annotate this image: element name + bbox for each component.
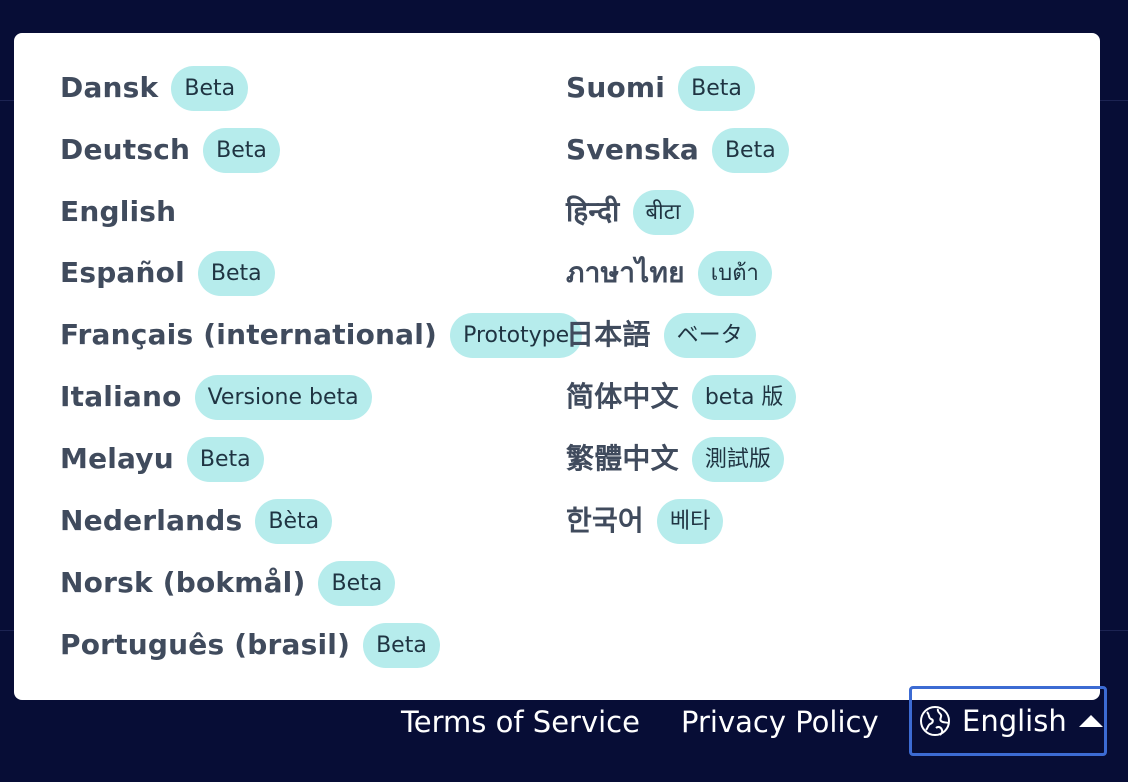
language-name: Suomi: [566, 71, 666, 104]
language-name: Dansk: [60, 71, 159, 104]
language-option[interactable]: 日本語 ベータ: [566, 311, 756, 359]
language-option[interactable]: ภาษาไทย เบต้า: [566, 249, 772, 297]
language-option[interactable]: Français (international) Prototype: [60, 311, 583, 359]
caret-up-icon: [1078, 715, 1103, 727]
language-badge: Beta: [203, 127, 280, 173]
language-toggle-button[interactable]: English: [909, 686, 1107, 756]
language-badge: Beta: [363, 622, 440, 668]
language-badge: Versione beta: [194, 374, 372, 420]
language-option[interactable]: Norsk (bokmål) Beta: [60, 559, 396, 607]
language-badge: Beta: [678, 65, 755, 111]
language-option[interactable]: 繁體中文 測試版: [566, 435, 784, 483]
language-option[interactable]: English: [60, 188, 176, 236]
language-name: Português (brasil): [60, 628, 351, 661]
language-badge: Prototype: [450, 312, 583, 358]
language-option[interactable]: Melayu Beta: [60, 435, 264, 483]
language-badge: बीटा: [632, 189, 694, 235]
language-name: ภาษาไทย: [566, 256, 685, 289]
language-option[interactable]: 简体中文 beta 版: [566, 373, 797, 421]
language-option[interactable]: Nederlands Bèta: [60, 497, 333, 545]
language-option[interactable]: हिन्दी बीटा: [566, 188, 694, 236]
terms-of-service-link[interactable]: Terms of Service: [401, 702, 640, 742]
language-name: 한국어: [566, 504, 644, 537]
language-name: English: [60, 195, 177, 228]
language-name: 简体中文: [566, 380, 679, 413]
language-name: Français (international): [60, 318, 438, 351]
language-badge: beta 版: [691, 374, 797, 420]
language-name: Nederlands: [60, 504, 243, 537]
language-name: Español: [60, 256, 185, 289]
language-option[interactable]: Suomi Beta: [566, 64, 755, 112]
language-option[interactable]: Español Beta: [60, 249, 275, 297]
language-badge: 測試版: [691, 436, 784, 482]
language-name: Italiano: [60, 380, 182, 413]
language-name: हिन्दी: [566, 195, 620, 228]
language-toggle-label: English: [962, 704, 1067, 738]
page: Dansk Beta Deutsch Beta English Español …: [0, 0, 1128, 782]
language-name: 繁體中文: [566, 442, 679, 475]
language-badge: Beta: [197, 250, 275, 296]
language-badge: ベータ: [663, 312, 756, 358]
privacy-policy-link[interactable]: Privacy Policy: [681, 702, 879, 742]
language-option[interactable]: Svenska Beta: [566, 126, 789, 174]
language-menu: Dansk Beta Deutsch Beta English Español …: [14, 33, 1100, 700]
language-option[interactable]: Dansk Beta: [60, 64, 249, 112]
language-badge: เบต้า: [697, 250, 772, 296]
language-name: Svenska: [566, 133, 699, 166]
language-badge: Bèta: [255, 498, 333, 544]
language-option[interactable]: Deutsch Beta: [60, 126, 280, 174]
globe-icon: [920, 706, 950, 736]
footer: Terms of Service Privacy Policy English: [0, 686, 1128, 756]
language-badge: 베타: [656, 498, 724, 544]
language-option[interactable]: Português (brasil) Beta: [60, 621, 440, 669]
language-badge: Beta: [171, 65, 249, 111]
language-option[interactable]: Italiano Versione beta: [60, 373, 372, 421]
language-name: Melayu: [60, 442, 174, 475]
language-name: 日本語: [566, 318, 651, 351]
language-option[interactable]: 한국어 베타: [566, 497, 724, 545]
language-badge: Beta: [186, 436, 264, 482]
language-badge: Beta: [711, 127, 789, 173]
language-badge: Beta: [318, 560, 396, 606]
language-name: Norsk (bokmål): [60, 566, 306, 599]
language-name: Deutsch: [60, 133, 191, 166]
